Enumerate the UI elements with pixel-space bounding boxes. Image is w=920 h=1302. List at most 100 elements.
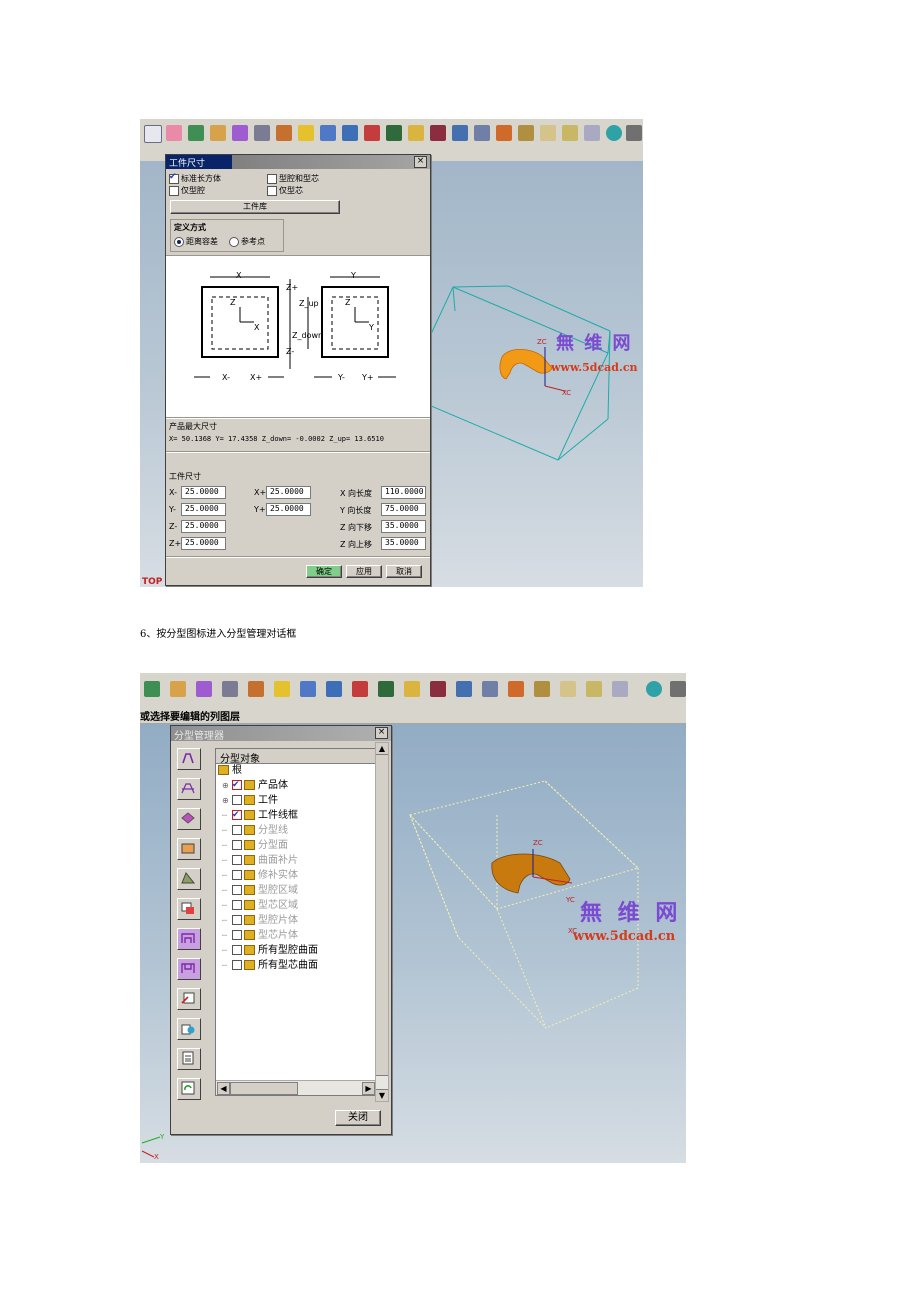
toolbar-icon[interactable] — [482, 681, 498, 697]
horizontal-scrollbar[interactable]: ◀ ▶ — [216, 1080, 376, 1095]
tree-checkbox[interactable] — [232, 778, 242, 793]
toolbar-icon[interactable] — [386, 125, 402, 141]
toolbar-icon[interactable] — [144, 681, 160, 697]
toolbar-icon[interactable] — [144, 125, 162, 143]
side-button-8[interactable] — [177, 958, 201, 980]
toolbar-icon[interactable] — [430, 681, 446, 697]
ok-button[interactable]: 确定 — [306, 565, 342, 578]
option-std-block[interactable]: 标准长方体 — [169, 172, 221, 184]
tree-checkbox[interactable] — [232, 930, 242, 940]
close-icon[interactable]: × — [375, 727, 388, 739]
toolbar-icon[interactable] — [496, 125, 512, 141]
toolbar-icon[interactable] — [404, 681, 420, 697]
toolbar-icon[interactable] — [196, 681, 212, 697]
scroll-right-icon[interactable]: ▶ — [362, 1082, 375, 1095]
side-button-2[interactable] — [177, 778, 201, 800]
side-button-7[interactable] — [177, 928, 201, 950]
toolbar-icon[interactable] — [670, 681, 686, 697]
tree-checkbox[interactable] — [232, 840, 242, 850]
side-button-5[interactable] — [177, 868, 201, 890]
close-icon[interactable]: × — [414, 156, 427, 168]
toolbar-icon[interactable] — [352, 681, 368, 697]
tree-checkbox[interactable] — [232, 795, 242, 805]
scroll-up-icon[interactable]: ▲ — [376, 743, 388, 755]
radio-reference-button[interactable] — [229, 236, 239, 247]
tree-row[interactable]: ┈ 型腔片体 — [218, 913, 298, 928]
toolbar-icon[interactable] — [364, 125, 380, 141]
toolbar-icon[interactable] — [540, 125, 556, 141]
toolbar-icon[interactable] — [474, 125, 490, 141]
cancel-button[interactable]: 取消 — [386, 565, 422, 578]
toolbar-icon[interactable] — [232, 125, 248, 141]
toolbar-icon[interactable] — [560, 681, 576, 697]
toolbar-icon[interactable] — [586, 681, 602, 697]
tree-row[interactable]: ┈ 分型线 — [218, 823, 288, 838]
toolbar-icon[interactable] — [606, 125, 622, 141]
scroll-left-icon[interactable]: ◀ — [217, 1082, 230, 1095]
side-button-9[interactable] — [177, 988, 201, 1010]
checkbox-std-block[interactable] — [169, 172, 179, 184]
zup-field[interactable]: 35.0000 — [381, 537, 426, 550]
tree-row[interactable]: ┈ 修补实体 — [218, 868, 298, 883]
toolbar-icon[interactable] — [408, 125, 424, 141]
toolbar-icon[interactable] — [188, 125, 204, 141]
checkbox-cavity-only[interactable] — [169, 185, 179, 196]
ylen-field[interactable]: 75.0000 — [381, 503, 426, 516]
tree-checkbox[interactable] — [232, 960, 242, 970]
toolbar-icon[interactable] — [274, 681, 290, 697]
toolbar-icon[interactable] — [456, 681, 472, 697]
side-button-11[interactable] — [177, 1048, 201, 1070]
zdown-field[interactable]: 35.0000 — [381, 520, 426, 533]
toolbar-icon[interactable] — [518, 125, 534, 141]
tree-row[interactable]: ┈ 所有型芯曲面 — [218, 958, 318, 973]
workpiece-library-button[interactable]: 工件库 — [170, 200, 340, 214]
side-button-12[interactable] — [177, 1078, 201, 1100]
tree-row[interactable]: ⊕ 工件 — [218, 793, 278, 808]
tree-checkbox[interactable] — [232, 855, 242, 865]
side-button-1[interactable] — [177, 748, 201, 770]
tree-row[interactable]: ┈ 型腔区域 — [218, 883, 298, 898]
dialog-titlebar[interactable]: 工件尺寸 × — [166, 155, 430, 169]
yminus-field[interactable]: 25.0000 — [181, 503, 226, 516]
toolbar-icon[interactable] — [254, 125, 270, 141]
tree-checkbox[interactable] — [232, 900, 242, 910]
toolbar-icon[interactable] — [342, 125, 358, 141]
side-button-6[interactable] — [177, 898, 201, 920]
scroll-thumb[interactable] — [230, 1082, 298, 1095]
side-button-10[interactable] — [177, 1018, 201, 1040]
toolbar-icon[interactable] — [170, 681, 186, 697]
checkbox-core-only[interactable] — [267, 185, 277, 196]
toolbar-icon[interactable] — [326, 681, 342, 697]
radio-distance[interactable]: 距离容差 — [174, 236, 218, 247]
tree-row[interactable]: ⊕ 产品体 — [218, 778, 288, 793]
toolbar-icon[interactable] — [508, 681, 524, 697]
xplus-field[interactable]: 25.0000 — [266, 486, 311, 499]
toolbar-icon[interactable] — [300, 681, 316, 697]
toolbar-icon[interactable] — [378, 681, 394, 697]
yplus-field[interactable]: 25.0000 — [266, 503, 311, 516]
xminus-field[interactable]: 25.0000 — [181, 486, 226, 499]
toolbar-icon[interactable] — [626, 125, 642, 141]
toolbar-icon[interactable] — [298, 125, 314, 141]
radio-reference[interactable]: 参考点 — [229, 236, 265, 247]
option-core-only[interactable]: 仅型芯 — [267, 185, 303, 196]
checkbox-cavity-core[interactable] — [267, 173, 277, 184]
tree-checkbox[interactable] — [232, 808, 242, 823]
tree-checkbox[interactable] — [232, 825, 242, 835]
toolbar-icon[interactable] — [166, 125, 182, 141]
zminus-field[interactable]: 25.0000 — [181, 520, 226, 533]
option-cavity-core[interactable]: 型腔和型芯 — [267, 173, 319, 184]
option-cavity-only[interactable]: 仅型腔 — [169, 185, 205, 196]
tree-row[interactable]: ┈ 分型面 — [218, 838, 288, 853]
toolbar-icon[interactable] — [222, 681, 238, 697]
zplus-field[interactable]: 25.0000 — [181, 537, 226, 550]
toolbar-icon[interactable] — [534, 681, 550, 697]
close-button[interactable]: 关闭 — [335, 1110, 381, 1126]
dialog-titlebar[interactable]: 分型管理器 × — [171, 726, 391, 742]
tree-checkbox[interactable] — [232, 885, 242, 895]
toolbar-icon[interactable] — [276, 125, 292, 141]
toolbar-icon[interactable] — [452, 125, 468, 141]
tree-row[interactable]: 根 — [218, 763, 242, 778]
tree-row[interactable]: ┈ 型芯区域 — [218, 898, 298, 913]
side-button-3[interactable] — [177, 808, 201, 830]
